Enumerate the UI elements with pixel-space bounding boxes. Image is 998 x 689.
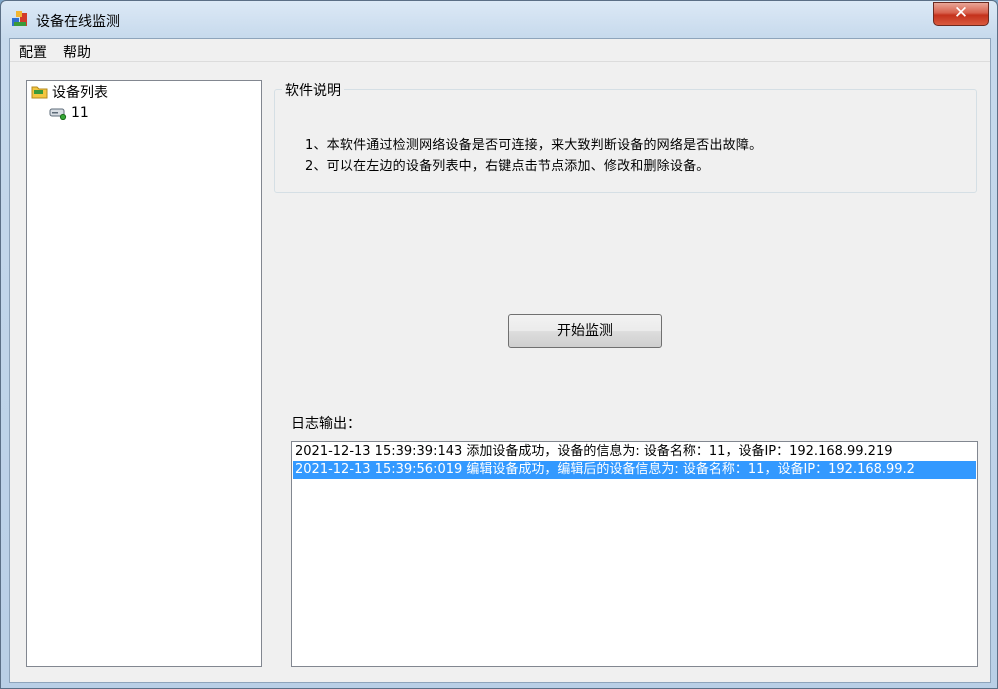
close-icon: ✕ — [953, 3, 969, 23]
title-bar[interactable]: 设备在线监测 ✕ — [1, 1, 997, 37]
description-group: 1、本软件通过检测网络设备是否可连接，来大致判断设备的网络是否出故障。 2、可以… — [274, 89, 977, 193]
client-area: 配置 帮助 设备列表 11 1、本软件通过检测网络设备是否可连接，来大致判断设备… — [9, 38, 991, 683]
window-title: 设备在线监测 — [36, 14, 120, 30]
log-label: 日志输出： — [291, 416, 361, 432]
description-line-2: 2、可以在左边的设备列表中，右键点击节点添加、修改和删除设备。 — [305, 159, 710, 174]
network-drive-icon — [49, 108, 67, 120]
log-list[interactable]: 2021-12-13 15:39:39:143 添加设备成功，设备的信息为: 设… — [291, 441, 978, 667]
log-line-selected[interactable]: 2021-12-13 15:39:56:019 编辑设备成功，编辑后的设备信息为… — [293, 461, 976, 479]
close-button[interactable]: ✕ — [933, 2, 989, 26]
tree-node-device[interactable]: 11 — [49, 104, 89, 122]
menu-config[interactable]: 配置 — [17, 42, 49, 62]
device-tree[interactable]: 设备列表 11 — [26, 80, 262, 667]
menu-help[interactable]: 帮助 — [61, 42, 93, 62]
folder-icon — [31, 86, 48, 99]
menu-bar: 配置 帮助 — [10, 39, 990, 62]
tree-device-label: 11 — [71, 105, 89, 121]
main-window: 设备在线监测 ✕ 配置 帮助 设备列表 11 1、本软件通过检测网络设备是否可连… — [0, 0, 998, 689]
description-line-1: 1、本软件通过检测网络设备是否可连接，来大致判断设备的网络是否出故障。 — [305, 138, 763, 153]
tree-root-label: 设备列表 — [52, 85, 108, 101]
description-title: 软件说明 — [282, 80, 344, 100]
tree-node-root[interactable]: 设备列表 — [31, 83, 108, 101]
app-icon — [12, 11, 27, 26]
log-line[interactable]: 2021-12-13 15:39:39:143 添加设备成功，设备的信息为: 设… — [293, 443, 893, 461]
start-monitor-button[interactable]: 开始监测 — [508, 314, 662, 348]
